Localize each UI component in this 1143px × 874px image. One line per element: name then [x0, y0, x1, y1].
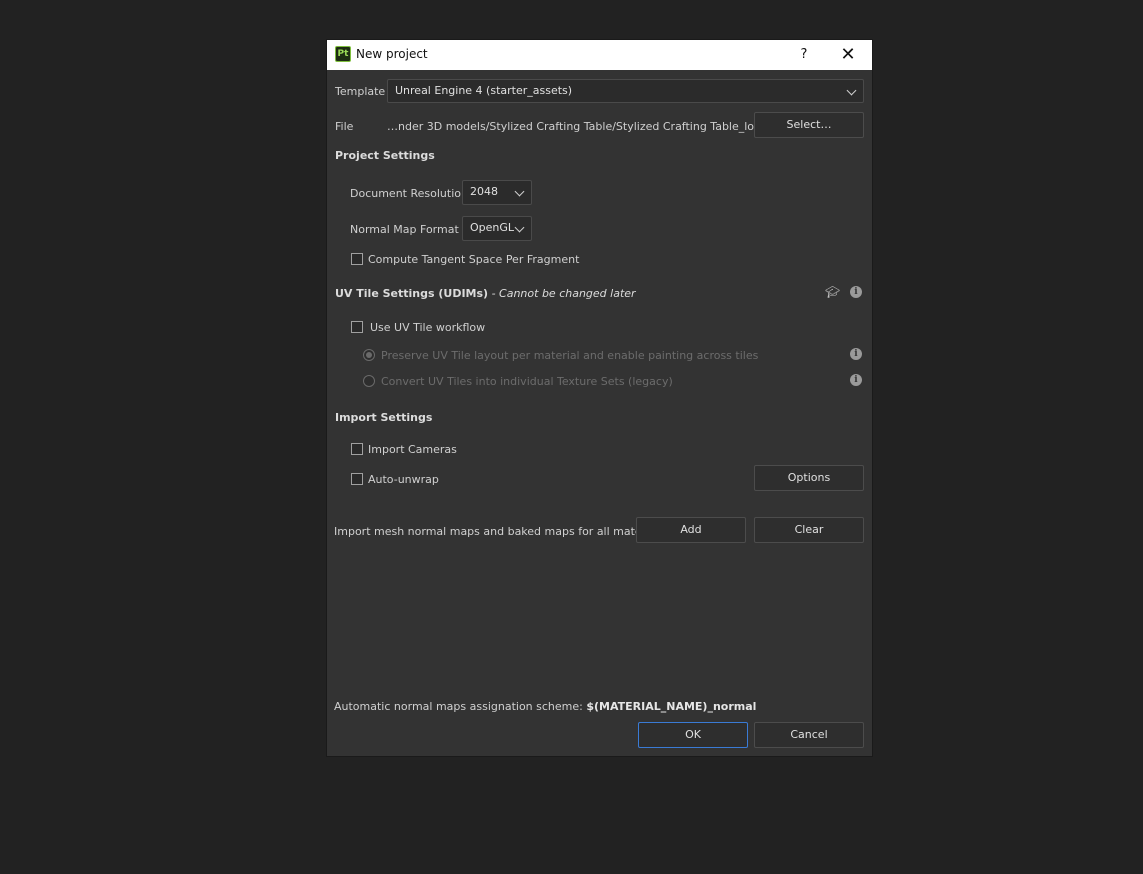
uv-tile-heading: UV Tile Settings (UDIMs) - Cannot be cha… — [335, 287, 636, 300]
file-path: …nder 3D models/Stylized Crafting Table/… — [387, 120, 783, 133]
normal-maps-scheme: Automatic normal maps assignation scheme… — [334, 700, 756, 713]
close-button[interactable]: ✕ — [838, 45, 858, 65]
uv-tile-heading-note: - Cannot be changed later — [488, 287, 636, 300]
title-bar: Pt New project ? ✕ — [327, 40, 872, 70]
document-resolution-label: Document Resolution — [350, 187, 468, 200]
project-settings-heading: Project Settings — [335, 149, 435, 162]
chevron-down-icon — [514, 222, 525, 233]
template-value: Unreal Engine 4 (starter_assets) — [395, 84, 573, 97]
uv-tile-heading-text: UV Tile Settings (UDIMs) — [335, 287, 489, 300]
document-resolution-value: 2048 — [470, 185, 498, 198]
options-button[interactable]: Options — [754, 465, 864, 491]
tangent-space-checkbox[interactable] — [351, 253, 363, 265]
maps-description: Import mesh normal maps and baked maps f… — [334, 525, 669, 538]
tangent-space-label: Compute Tangent Space Per Fragment — [368, 253, 580, 266]
add-maps-button[interactable]: Add — [636, 517, 746, 543]
convert-uv-tiles-label: Convert UV Tiles into individual Texture… — [381, 375, 673, 388]
graduation-cap-icon[interactable]: 🎓︎ — [825, 285, 840, 299]
import-cameras-label: Import Cameras — [368, 443, 457, 456]
document-resolution-dropdown[interactable]: 2048 — [462, 180, 532, 205]
help-button[interactable]: ? — [794, 45, 814, 65]
normal-map-format-value: OpenGL — [470, 221, 515, 234]
import-settings-heading: Import Settings — [335, 411, 433, 424]
info-icon[interactable]: i — [850, 374, 862, 386]
info-icon[interactable]: i — [850, 286, 862, 298]
uv-tile-workflow-label: Use UV Tile workflow — [370, 321, 486, 334]
select-file-button[interactable]: Select… — [754, 112, 864, 138]
normal-map-format-dropdown[interactable]: OpenGL — [462, 216, 532, 241]
clear-maps-button[interactable]: Clear — [754, 517, 864, 543]
file-label: File — [335, 120, 354, 133]
normal-map-format-label: Normal Map Format — [350, 223, 459, 236]
new-project-dialog: Pt New project ? ✕ Template Unreal Engin… — [327, 40, 872, 756]
scheme-value: $(MATERIAL_NAME)_normal — [586, 700, 757, 713]
uv-tile-workflow-checkbox[interactable] — [351, 321, 363, 333]
info-icon[interactable]: i — [850, 348, 862, 360]
preserve-uv-tile-label: Preserve UV Tile layout per material and… — [381, 349, 759, 362]
auto-unwrap-checkbox[interactable] — [351, 473, 363, 485]
chevron-down-icon — [514, 186, 525, 197]
auto-unwrap-label: Auto-unwrap — [368, 473, 439, 486]
import-cameras-checkbox[interactable] — [351, 443, 363, 455]
ok-button[interactable]: OK — [638, 722, 748, 748]
painter-app-icon: Pt — [335, 46, 351, 62]
convert-uv-tiles-radio[interactable] — [363, 375, 375, 387]
dialog-title: New project — [356, 47, 428, 61]
template-label: Template — [335, 85, 386, 98]
chevron-down-icon — [846, 85, 857, 96]
template-dropdown[interactable]: Unreal Engine 4 (starter_assets) — [387, 79, 864, 103]
cancel-button[interactable]: Cancel — [754, 722, 864, 748]
scheme-label: Automatic normal maps assignation scheme… — [334, 700, 587, 713]
preserve-uv-tile-radio[interactable] — [363, 349, 375, 361]
